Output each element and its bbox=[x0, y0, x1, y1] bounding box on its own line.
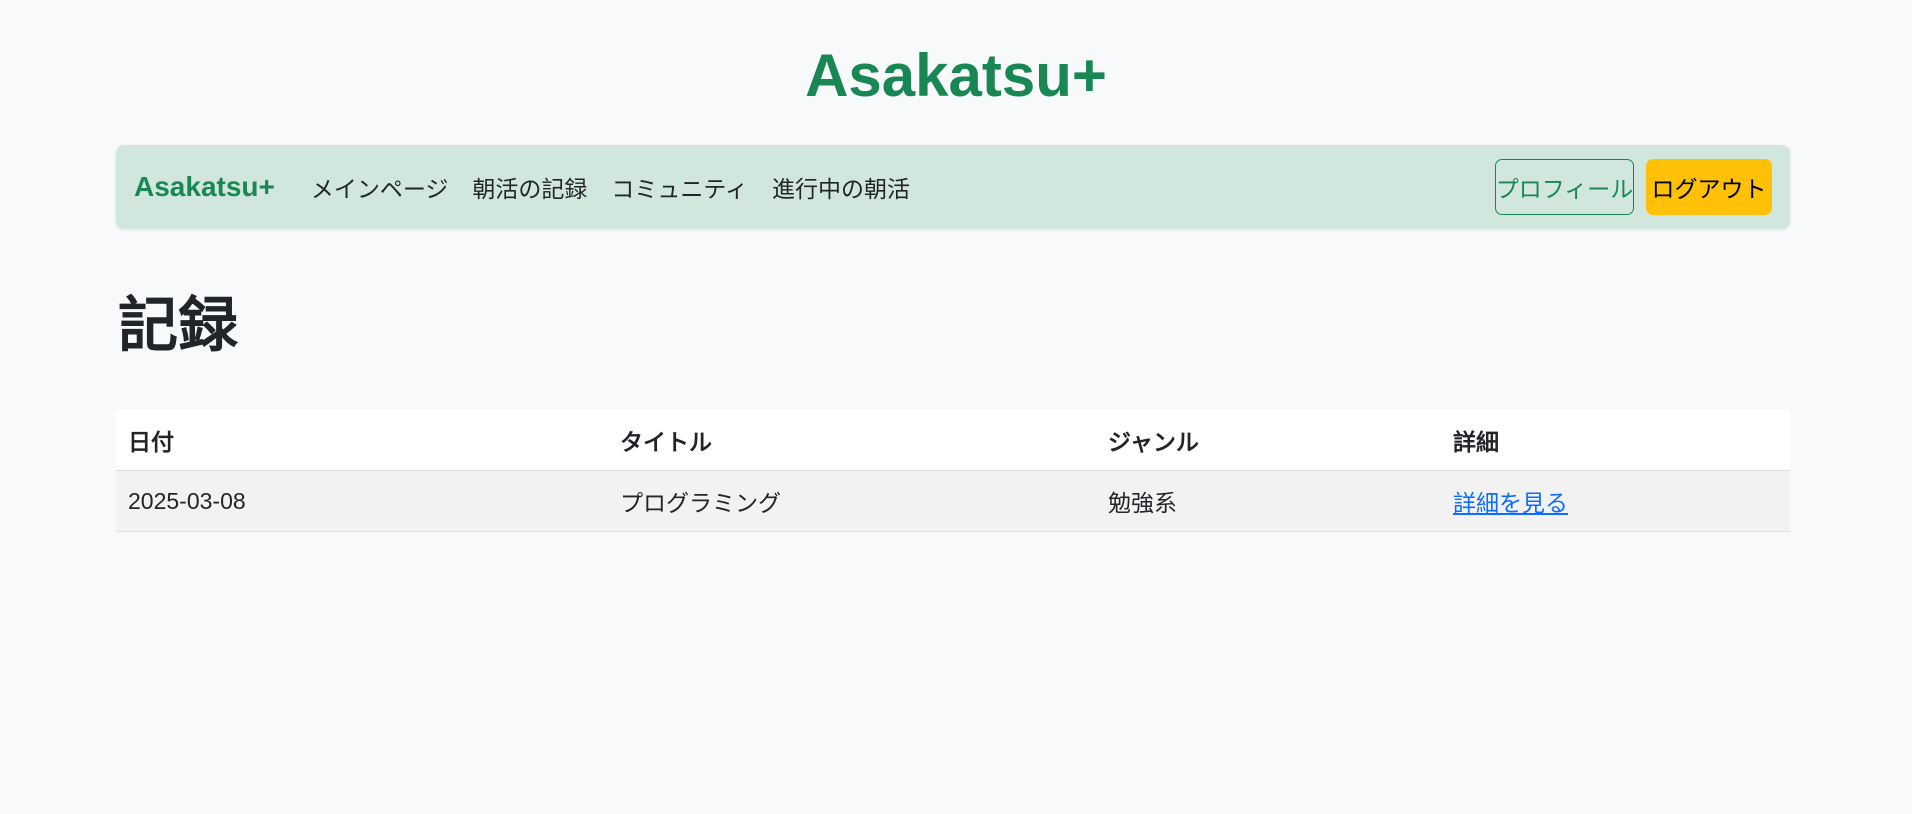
table-header-row: 日付 タイトル ジャンル 詳細 bbox=[116, 410, 1790, 471]
navbar-actions: プロフィール ログアウト bbox=[1495, 159, 1772, 215]
navbar: Asakatsu+ メインページ 朝活の記録 コミュニティ 進行中の朝活 プロフ… bbox=[116, 145, 1790, 229]
site-title: Asakatsu+ bbox=[805, 42, 1107, 109]
page-title: 記録 bbox=[118, 292, 238, 359]
cell-title: プログラミング bbox=[608, 470, 1096, 532]
column-header-detail: 詳細 bbox=[1441, 410, 1790, 471]
nav-links: メインページ 朝活の記録 コミュニティ 進行中の朝活 bbox=[311, 170, 910, 204]
profile-button[interactable]: プロフィール bbox=[1495, 159, 1634, 215]
logout-button[interactable]: ログアウト bbox=[1646, 159, 1772, 215]
nav-link-main-page[interactable]: メインページ bbox=[311, 170, 449, 204]
column-header-date: 日付 bbox=[116, 410, 608, 471]
column-header-genre: ジャンル bbox=[1096, 410, 1441, 471]
cell-date: 2025-03-08 bbox=[116, 470, 608, 532]
navbar-brand[interactable]: Asakatsu+ bbox=[134, 171, 275, 203]
nav-link-morning-records[interactable]: 朝活の記録 bbox=[472, 170, 587, 204]
column-header-title: タイトル bbox=[608, 410, 1096, 471]
table-row: 2025-03-08 プログラミング 勉強系 詳細を見る bbox=[116, 470, 1790, 532]
cell-detail: 詳細を見る bbox=[1441, 470, 1790, 532]
records-table: 日付 タイトル ジャンル 詳細 2025-03-08 プログラミング 勉強系 詳… bbox=[116, 410, 1790, 532]
cell-genre: 勉強系 bbox=[1096, 470, 1441, 532]
nav-link-community[interactable]: コミュニティ bbox=[611, 170, 748, 204]
detail-link[interactable]: 詳細を見る bbox=[1453, 490, 1568, 516]
nav-link-ongoing-activities[interactable]: 進行中の朝活 bbox=[772, 170, 910, 204]
